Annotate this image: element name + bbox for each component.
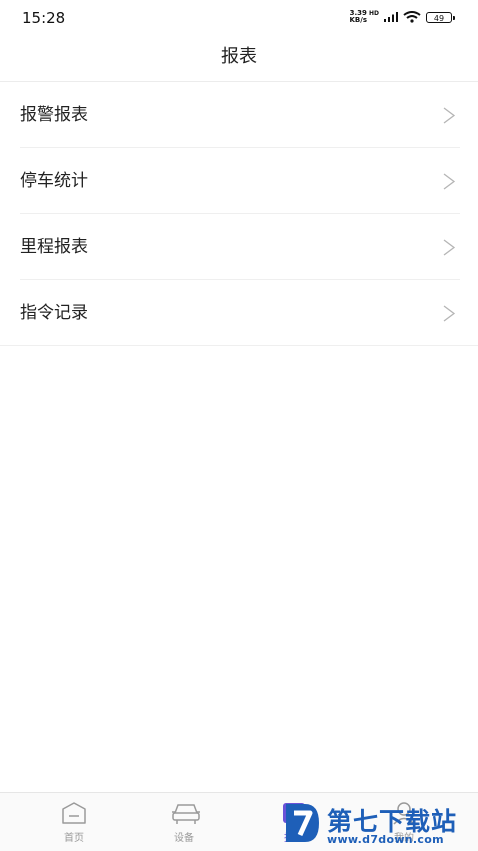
menu-item-label: 报警报表 xyxy=(20,105,88,125)
tab-label: 设备 xyxy=(174,833,194,844)
network-speed: 3.39 KB/s xyxy=(349,9,367,24)
report-menu-list: 报警报表 停车统计 里程报表 指令记录 xyxy=(0,82,478,346)
status-time: 15:28 xyxy=(22,9,66,27)
car-icon xyxy=(172,804,200,824)
menu-item-mileage-report[interactable]: 里程报表 xyxy=(0,214,478,280)
tab-home[interactable]: 首页 xyxy=(34,793,114,851)
chevron-right-icon xyxy=(443,305,456,322)
chevron-right-icon xyxy=(443,239,456,256)
tab-devices[interactable]: 设备 xyxy=(144,793,224,851)
chevron-right-icon xyxy=(443,173,456,190)
d7-logo-icon xyxy=(286,804,319,842)
signal-icon xyxy=(384,12,398,22)
tab-label: 首页 xyxy=(64,833,84,844)
battery-icon: 49 xyxy=(426,11,455,23)
hd-indicator: HD xyxy=(368,10,379,17)
page-title: 报表 xyxy=(221,46,257,67)
watermark: 第七下载站 www.d7down.com xyxy=(283,798,478,850)
menu-item-command-log[interactable]: 指令记录 xyxy=(0,280,478,346)
menu-item-label: 里程报表 xyxy=(20,237,88,257)
menu-item-label: 停车统计 xyxy=(20,171,88,191)
menu-item-label: 指令记录 xyxy=(20,303,88,323)
menu-item-alarm-report[interactable]: 报警报表 xyxy=(0,82,478,148)
status-icons: 3.39 KB/s HD 49 xyxy=(349,9,455,24)
menu-item-parking-stats[interactable]: 停车统计 xyxy=(0,148,478,214)
home-icon xyxy=(62,802,86,824)
wifi-icon xyxy=(403,11,421,23)
divider xyxy=(0,345,478,346)
watermark-url: www.d7down.com xyxy=(327,833,444,846)
status-bar: 15:28 3.39 KB/s HD 49 xyxy=(0,0,478,34)
chevron-right-icon xyxy=(443,107,456,124)
